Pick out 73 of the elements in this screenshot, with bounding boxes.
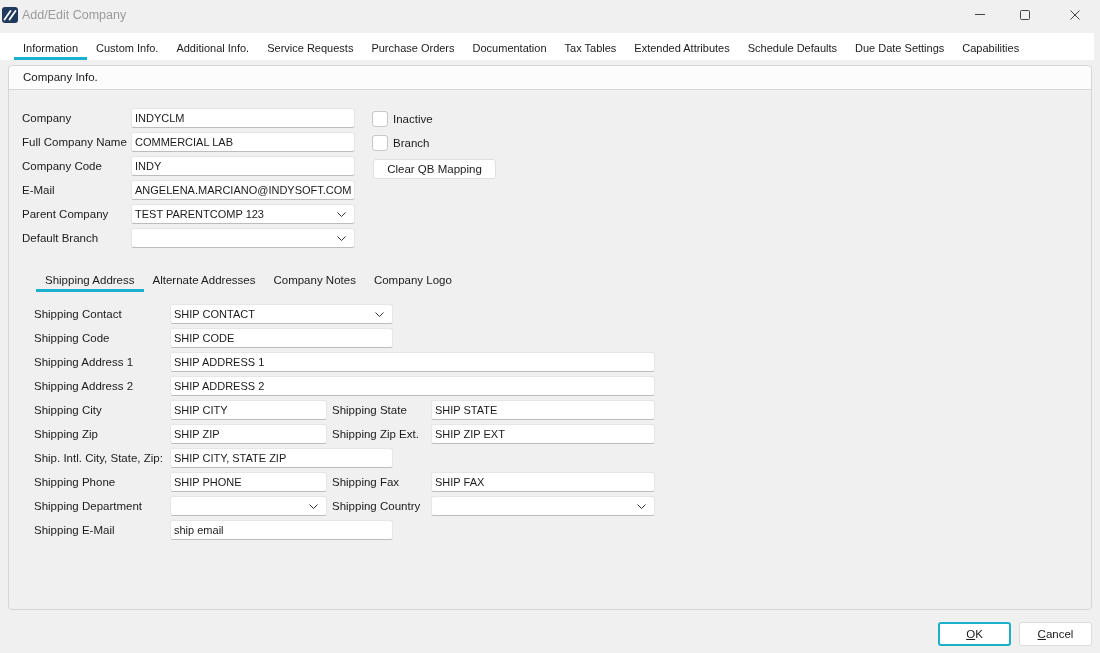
cancel-button[interactable]: Cancel	[1019, 622, 1092, 646]
tab[interactable]: Extended Attributes	[625, 33, 739, 60]
tab[interactable]: Service Requests	[258, 33, 363, 60]
field-label: Company	[22, 112, 73, 124]
text-field[interactable]: SHIP FAX	[431, 472, 655, 492]
tab[interactable]: Additional Info.	[167, 33, 259, 60]
field-label: E-Mail	[22, 184, 56, 196]
checkbox-label: Branch	[393, 137, 430, 149]
text-field[interactable]: SHIP CITY, STATE ZIP	[170, 448, 393, 468]
text-field[interactable]: INDY	[131, 156, 355, 176]
field-label: Shipping Phone	[34, 476, 117, 488]
ok-button[interactable]: OK	[938, 622, 1011, 646]
tab[interactable]: Custom Info.	[87, 33, 168, 60]
text-field[interactable]: SHIP CODE	[170, 328, 393, 348]
minimize-icon[interactable]	[975, 14, 985, 15]
field-label: Shipping Address 1	[34, 356, 135, 368]
field-label: Full Company Name	[22, 136, 128, 148]
window-title: Add/Edit Company	[22, 7, 127, 22]
field-label: Shipping City	[34, 404, 103, 416]
tab[interactable]: Company Logo	[364, 268, 461, 292]
field-label: Shipping Contact	[34, 308, 123, 320]
chevron-down-icon	[637, 503, 646, 509]
maximize-icon[interactable]	[1020, 9, 1030, 20]
tab[interactable]: Documentation	[463, 33, 556, 60]
text-field[interactable]: SHIP PHONE	[170, 472, 327, 492]
panel-header: Company Info.	[9, 66, 1091, 90]
text-field[interactable]: ship email	[170, 520, 393, 540]
field-label: Ship. Intl. City, State, Zip:	[34, 452, 164, 464]
text-field[interactable]: SHIP ADDRESS 2	[170, 376, 655, 396]
field-label: Parent Company	[22, 208, 110, 220]
dropdown[interactable]	[131, 228, 355, 248]
chevron-down-icon	[337, 211, 346, 217]
field-label: Shipping Zip Ext.	[332, 428, 420, 440]
dropdown[interactable]: SHIP CONTACT	[170, 304, 393, 324]
field-label: Shipping Zip	[34, 428, 99, 440]
dropdown[interactable]	[431, 496, 655, 516]
text-field[interactable]: SHIP STATE	[431, 400, 655, 420]
chevron-down-icon	[375, 311, 384, 317]
dropdown[interactable]	[170, 496, 327, 516]
tab[interactable]: Tax Tables	[555, 33, 626, 60]
field-label: Shipping Department	[34, 500, 144, 512]
tab[interactable]: Due Date Settings	[846, 33, 954, 60]
text-field[interactable]: INDYCLM	[131, 108, 355, 128]
checkbox[interactable]	[372, 135, 388, 151]
tab[interactable]: Capabilities	[953, 33, 1029, 60]
text-field[interactable]: SHIP ADDRESS 1	[170, 352, 655, 372]
checkbox[interactable]	[372, 111, 388, 127]
field-label: Shipping Code	[34, 332, 111, 344]
tab[interactable]: Information	[14, 33, 88, 60]
chevron-down-icon	[309, 503, 318, 509]
app-icon	[2, 6, 18, 23]
tab[interactable]: Schedule Defaults	[738, 33, 846, 60]
field-label: Shipping Fax	[332, 476, 401, 488]
text-field[interactable]: ANGELENA.MARCIANO@INDYSOFT.COM	[131, 180, 355, 200]
tab[interactable]: Company Notes	[264, 268, 365, 292]
field-label: Shipping E-Mail	[34, 524, 116, 536]
clear-qb-mapping-button[interactable]: Clear QB Mapping	[373, 159, 496, 179]
chevron-down-icon	[337, 235, 346, 241]
tab[interactable]: Alternate Addresses	[143, 268, 265, 292]
text-field[interactable]: SHIP ZIP EXT	[431, 424, 655, 444]
dropdown[interactable]: TEST PARENTCOMP 123	[131, 204, 355, 224]
text-field[interactable]: SHIP CITY	[170, 400, 327, 420]
checkbox-label: Inactive	[393, 113, 433, 125]
tab[interactable]: Shipping Address	[36, 268, 144, 292]
field-label: Company Code	[22, 160, 103, 172]
field-label: Shipping Country	[332, 500, 422, 512]
field-label: Default Branch	[22, 232, 100, 244]
tab[interactable]: Purchase Orders	[362, 33, 464, 60]
text-field[interactable]: SHIP ZIP	[170, 424, 327, 444]
field-label: Shipping Address 2	[34, 380, 135, 392]
text-field[interactable]: COMMERCIAL LAB	[131, 132, 355, 152]
field-label: Shipping State	[332, 404, 408, 416]
close-icon[interactable]	[1070, 9, 1080, 20]
